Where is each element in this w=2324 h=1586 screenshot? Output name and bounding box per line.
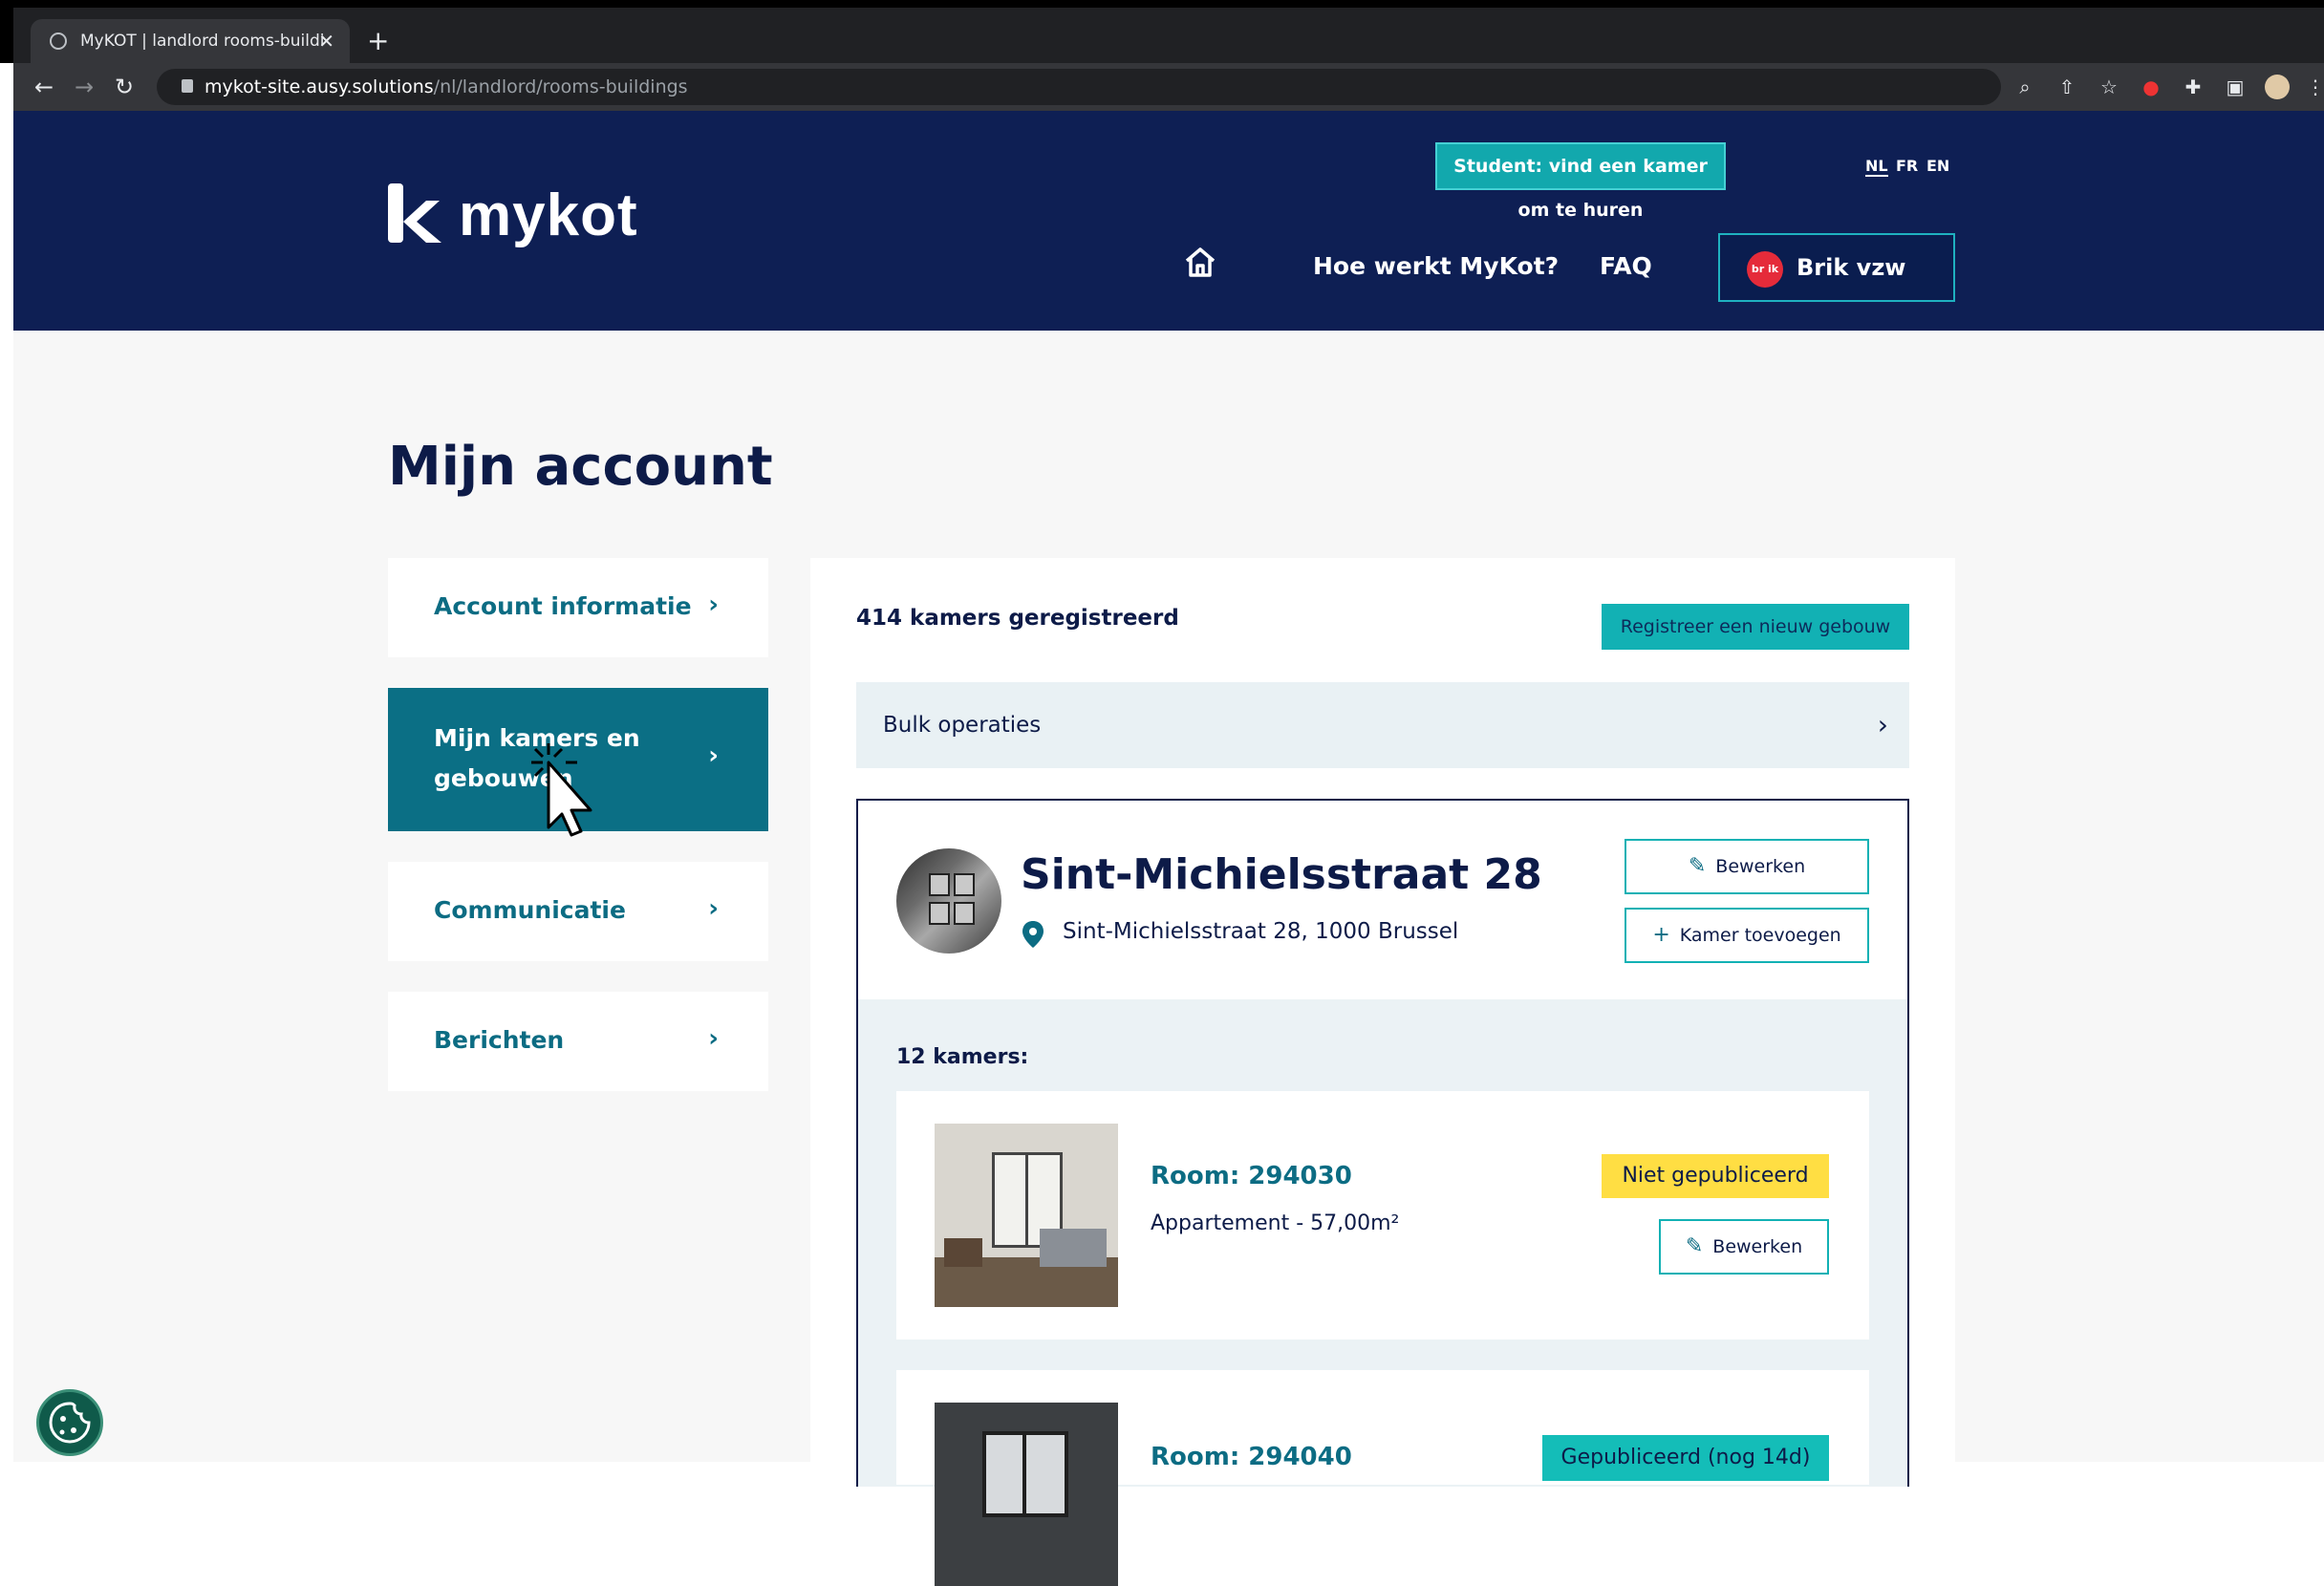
extension-icon[interactable]: ●	[2139, 75, 2163, 99]
plus-icon: +	[1652, 923, 1670, 947]
close-tab-icon[interactable]: ✕	[318, 19, 334, 63]
bookmark-star-icon[interactable]: ☆	[2097, 75, 2121, 99]
puzzle-icon[interactable]: ✚	[2181, 75, 2206, 99]
bulk-operations-row[interactable]: Bulk operaties ›	[856, 682, 1909, 768]
room-photo	[935, 1403, 1118, 1586]
room-subtitle: Appartement - 57,00m²	[1151, 1211, 1400, 1235]
room-card: Room: 294040 Gepubliceerd (nog 14d)	[896, 1370, 1869, 1586]
browser-toolbar: ← → ↻ mykot-site.ausy.solutions/nl/landl…	[13, 63, 2324, 111]
page-title: Mijn account	[388, 436, 773, 498]
menu-dots-icon[interactable]: ⋮	[2303, 75, 2324, 99]
user-avatar: br ik	[1747, 251, 1783, 288]
lock-icon	[182, 79, 193, 93]
sidepanel-icon[interactable]: ▣	[2223, 75, 2248, 99]
rooms-count: 414 kamers geregistreerd	[856, 606, 1179, 631]
room-title[interactable]: Room: 294040	[1151, 1443, 1352, 1471]
nav-faq[interactable]: FAQ	[1600, 252, 1652, 280]
menu-label: Communicatie	[434, 896, 626, 924]
building-photo	[896, 848, 1001, 954]
chevron-right-icon: ›	[708, 894, 719, 923]
mouse-cursor-icon	[531, 743, 592, 837]
building-name: Sint-Michielsstraat 28	[1021, 850, 1542, 899]
menu-label: Berichten	[434, 1026, 565, 1054]
building-address: Sint-Michielsstraat 28, 1000 Brussel	[1063, 919, 1459, 944]
chevron-right-icon: ›	[708, 741, 719, 770]
room-card: Room: 294030 Appartement - 57,00m² Niet …	[896, 1091, 1869, 1340]
share-icon[interactable]: ⇧	[2055, 75, 2079, 99]
edit-building-button[interactable]: ✎ Bewerken	[1625, 839, 1869, 894]
rooms-list: 12 kamers: Room: 294030 Appartement - 57…	[858, 999, 1907, 1586]
chevron-right-icon: ›	[1877, 709, 1888, 740]
status-badge: Niet gepubliceerd	[1602, 1154, 1829, 1198]
site-header: mykot Student: vind een kamer om te hure…	[13, 111, 2324, 331]
rooms-heading: 12 kamers:	[896, 1045, 1029, 1069]
lang-fr[interactable]: FR	[1896, 157, 1918, 175]
bulk-operations-label: Bulk operaties	[883, 713, 1042, 738]
zoom-icon[interactable]: ⌕	[2012, 75, 2037, 99]
user-account-button[interactable]: br ik Brik vzw	[1718, 233, 1955, 302]
home-icon[interactable]	[1183, 245, 1217, 279]
browser-tab[interactable]: MyKOT | landlord rooms-buildi ✕	[31, 19, 350, 63]
logo-text: mykot	[459, 182, 638, 248]
lang-nl[interactable]: NL	[1865, 157, 1888, 177]
edit-room-button[interactable]: ✎ Bewerken	[1659, 1219, 1829, 1275]
student-find-room-button[interactable]: Student: vind een kamer om te huren	[1435, 142, 1726, 221]
room-title[interactable]: Room: 294030	[1151, 1162, 1352, 1190]
globe-icon	[50, 32, 67, 50]
tab-title: MyKOT | landlord rooms-buildi	[80, 32, 325, 51]
reload-icon[interactable]: ↻	[115, 73, 134, 101]
location-pin-icon	[1022, 921, 1044, 948]
logo-k-icon	[388, 183, 441, 243]
nav-how-it-works[interactable]: Hoe werkt MyKot?	[1313, 252, 1559, 280]
tab-bar: MyKOT | landlord rooms-buildi ✕ +	[13, 8, 2324, 63]
lang-en[interactable]: EN	[1926, 157, 1949, 175]
menu-account-info[interactable]: Account informatie ›	[388, 558, 768, 657]
user-name: Brik vzw	[1797, 254, 1906, 281]
forward-icon[interactable]: →	[75, 73, 94, 101]
rooms-panel: 414 kamers geregistreerd Registreer een …	[810, 558, 1955, 1586]
add-room-button[interactable]: + Kamer toevoegen	[1625, 908, 1869, 963]
menu-communication[interactable]: Communicatie ›	[388, 862, 768, 961]
cookie-icon	[49, 1402, 91, 1444]
building-card: Sint-Michielsstraat 28 Sint-Michielsstra…	[856, 799, 1909, 1586]
new-tab-icon[interactable]: +	[367, 19, 389, 63]
register-building-button[interactable]: Registreer een nieuw gebouw	[1602, 604, 1909, 650]
chevron-right-icon: ›	[708, 1024, 719, 1053]
status-badge: Gepubliceerd (nog 14d)	[1542, 1435, 1829, 1481]
url-text[interactable]: mykot-site.ausy.solutions/nl/landlord/ro…	[204, 63, 688, 111]
cookie-settings-button[interactable]	[36, 1389, 103, 1456]
room-photo	[935, 1124, 1118, 1307]
menu-label: Account informatie	[434, 592, 692, 620]
page-content: Mijn account Account informatie › Mijn k…	[13, 331, 2324, 1586]
chevron-right-icon: ›	[708, 590, 719, 619]
menu-messages[interactable]: Berichten ›	[388, 992, 768, 1091]
pencil-icon: ✎	[1688, 854, 1707, 878]
profile-avatar[interactable]	[2265, 75, 2290, 99]
back-icon[interactable]: ←	[34, 73, 54, 101]
pencil-icon: ✎	[1685, 1234, 1704, 1258]
